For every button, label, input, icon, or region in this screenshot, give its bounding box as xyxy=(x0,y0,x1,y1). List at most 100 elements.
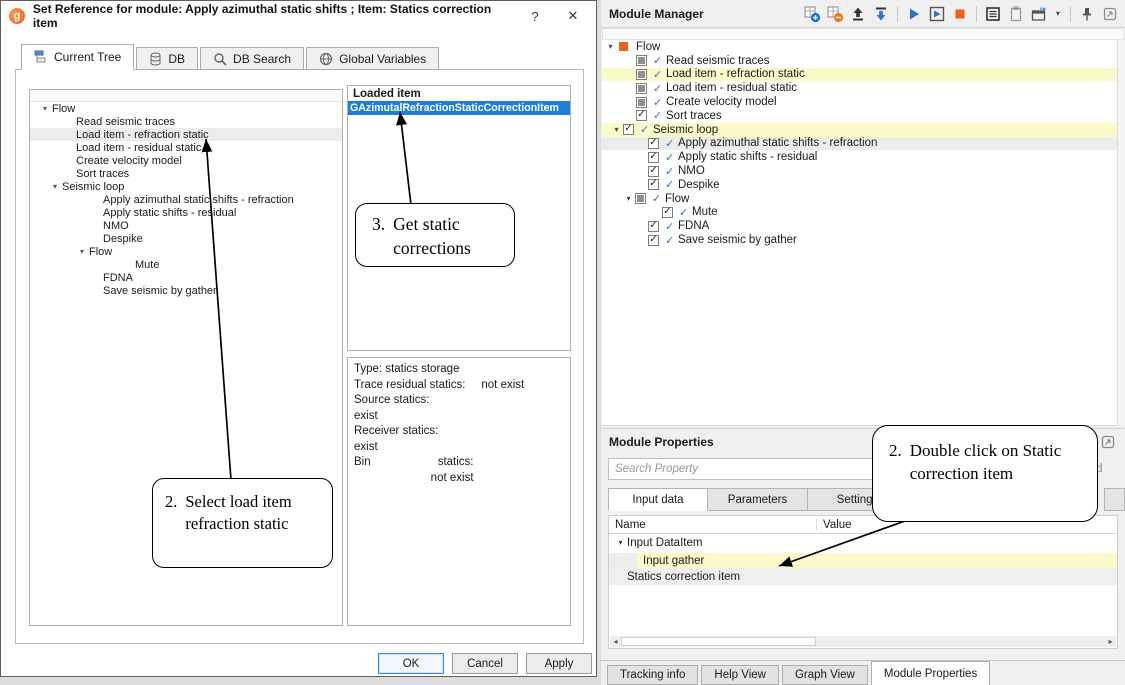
mm-item-save-seismic-by-gather[interactable]: ✓✓Save seismic by gather xyxy=(602,233,1117,247)
ok-button[interactable]: OK xyxy=(378,653,444,674)
tab-db[interactable]: DB xyxy=(136,47,198,70)
dropdown-icon[interactable]: ▾ xyxy=(1053,9,1063,18)
module-checkbox[interactable] xyxy=(635,193,646,204)
loaded-item-selected[interactable]: GAzimutalRefractionStaticCorrectionItem xyxy=(348,101,570,115)
expander-icon[interactable]: ▾ xyxy=(614,538,627,547)
mm-item-read-seismic-traces[interactable]: ✓Read seismic traces xyxy=(602,54,1117,68)
pin-icon[interactable] xyxy=(1078,5,1096,23)
mm-item-apply-azimuthal[interactable]: ✓✓Apply azimuthal static shifts - refrac… xyxy=(602,137,1117,151)
tree-item-fdna[interactable]: FDNA xyxy=(30,271,342,284)
expander-icon[interactable]: ▾ xyxy=(604,42,617,51)
tab-module-properties[interactable]: Module Properties xyxy=(871,661,990,685)
tree-item-load-item-refraction-static[interactable]: Load item - refraction static xyxy=(30,128,342,141)
paste-icon[interactable] xyxy=(1007,5,1025,23)
mm-item-load-item-residual-static[interactable]: ✓Load item - residual static xyxy=(602,81,1117,95)
tab-parameters[interactable]: Parameters xyxy=(708,488,808,511)
tree-item-sort-traces[interactable]: Sort traces xyxy=(30,167,342,180)
tree-item-mute[interactable]: Mute xyxy=(30,258,342,271)
close-button[interactable]: ✕ xyxy=(554,3,592,29)
mm-item-sort-traces[interactable]: ✓✓Sort traces xyxy=(602,109,1117,123)
tab-tracking-info[interactable]: Tracking info xyxy=(607,665,698,685)
tree-item-load-item-residual-static[interactable]: Load item - residual static xyxy=(30,141,342,154)
mm-item-flow[interactable]: ▾Flow xyxy=(602,40,1117,54)
mm-item-label: Flow xyxy=(665,193,689,205)
remove-module-icon[interactable] xyxy=(826,5,844,23)
tree-item-seismic-loop[interactable]: ▾Seismic loop xyxy=(30,180,342,193)
mm-item-seismic-loop[interactable]: ▾✓✓Seismic loop xyxy=(602,123,1117,137)
scroll-right-icon[interactable]: ▸ xyxy=(1105,637,1116,646)
module-checkbox[interactable]: ✓ xyxy=(648,221,659,232)
mm-item-flow-nested[interactable]: ▾✓Flow xyxy=(602,192,1117,206)
tree-item-nmo[interactable]: NMO xyxy=(30,219,342,232)
tab-help-view[interactable]: Help View xyxy=(701,665,779,685)
tab-input-data[interactable]: Input data xyxy=(608,488,708,511)
tab-db-search[interactable]: DB Search xyxy=(200,47,304,70)
enabled-check-icon: ✓ xyxy=(653,68,666,81)
tree-item-read-seismic-traces[interactable]: Read seismic traces xyxy=(30,115,342,128)
add-module-icon[interactable] xyxy=(803,5,821,23)
new-window-icon[interactable] xyxy=(1030,5,1048,23)
toolbar-separator xyxy=(976,6,977,22)
tree-item-despike[interactable]: Despike xyxy=(30,232,342,245)
tree-item-apply-static-residual[interactable]: Apply static shifts - residual xyxy=(30,206,342,219)
enabled-check-icon: ✓ xyxy=(665,165,678,178)
expander-icon[interactable]: ▾ xyxy=(38,104,52,113)
property-name: Input DataItem xyxy=(627,537,702,549)
module-checkbox[interactable]: ✓ xyxy=(648,138,659,149)
module-checkbox[interactable] xyxy=(636,55,647,66)
tree-item-create-velocity-model[interactable]: Create velocity model xyxy=(30,154,342,167)
stop-icon[interactable] xyxy=(951,5,969,23)
mm-item-label: Read seismic traces xyxy=(666,55,770,67)
expander-icon[interactable]: ▾ xyxy=(622,194,635,203)
expander-icon[interactable]: ▾ xyxy=(48,182,62,191)
tree-item-flow[interactable]: ▾Flow xyxy=(30,102,342,115)
module-checkbox[interactable] xyxy=(636,69,647,80)
module-checkbox[interactable]: ✓ xyxy=(623,124,634,135)
module-checkbox[interactable]: ✓ xyxy=(636,110,647,121)
property-row-statics-correction-item[interactable]: Statics correction item xyxy=(609,568,1117,585)
module-checkbox[interactable]: ✓ xyxy=(648,235,659,246)
tab-graph-view[interactable]: Graph View xyxy=(782,665,868,685)
module-checkbox[interactable]: ✓ xyxy=(648,152,659,163)
mm-item-create-velocity-model[interactable]: ✓Create velocity model xyxy=(602,95,1117,109)
run-icon[interactable] xyxy=(905,5,923,23)
module-checkbox[interactable] xyxy=(636,97,647,108)
property-row-input-gather[interactable]: Input gather xyxy=(609,551,1117,568)
mm-item-load-item-refraction-static[interactable]: ✓Load item - refraction static xyxy=(602,68,1117,82)
expander-icon[interactable]: ▾ xyxy=(75,247,89,256)
help-button[interactable]: ? xyxy=(516,3,554,29)
properties-hscrollbar[interactable]: ◂ ▸ xyxy=(610,636,1116,647)
property-row-input-dataitem[interactable]: ▾Input DataItem xyxy=(609,534,1117,551)
mm-item-fdna[interactable]: ✓✓FDNA xyxy=(602,219,1117,233)
mm-tree-scrollbar[interactable] xyxy=(1117,40,1125,425)
mm-item-mute[interactable]: ✓✓Mute xyxy=(602,206,1117,220)
move-down-icon[interactable] xyxy=(872,5,890,23)
scroll-thumb[interactable] xyxy=(621,637,816,646)
hidden-tab-partial[interactable] xyxy=(1104,488,1125,511)
info-line: Source statics: xyxy=(354,393,564,409)
tree-item-flow-nested[interactable]: ▾Flow xyxy=(30,245,342,258)
tree-item-apply-azimuthal[interactable]: Apply azimuthal static shifts - refracti… xyxy=(30,193,342,206)
tab-current-tree[interactable]: Current Tree xyxy=(21,44,134,70)
tab-global-variables[interactable]: Global Variables xyxy=(306,47,439,70)
expander-icon[interactable]: ▾ xyxy=(610,125,623,134)
mm-item-despike[interactable]: ✓✓Despike xyxy=(602,178,1117,192)
apply-button[interactable]: Apply xyxy=(526,653,592,674)
cancel-button[interactable]: Cancel xyxy=(452,653,518,674)
float-panel-icon[interactable] xyxy=(1101,5,1119,23)
scroll-left-icon[interactable]: ◂ xyxy=(610,637,621,646)
mm-item-apply-static-residual[interactable]: ✓✓Apply static shifts - residual xyxy=(602,150,1117,164)
mm-item-nmo[interactable]: ✓✓NMO xyxy=(602,164,1117,178)
show-log-icon[interactable] xyxy=(984,5,1002,23)
mm-item-label: FDNA xyxy=(678,220,709,232)
tree-item-save-seismic-by-gather[interactable]: Save seismic by gather xyxy=(30,284,342,297)
move-up-icon[interactable] xyxy=(849,5,867,23)
dialog-titlebar[interactable]: g Set Reference for module: Apply azimut… xyxy=(1,1,596,31)
module-checkbox[interactable]: ✓ xyxy=(662,207,673,218)
run-to-icon[interactable] xyxy=(928,5,946,23)
toolbar-separator xyxy=(897,6,898,22)
float-panel-icon[interactable] xyxy=(1099,433,1117,451)
module-checkbox[interactable]: ✓ xyxy=(648,179,659,190)
module-checkbox[interactable] xyxy=(636,83,647,94)
module-checkbox[interactable]: ✓ xyxy=(648,166,659,177)
